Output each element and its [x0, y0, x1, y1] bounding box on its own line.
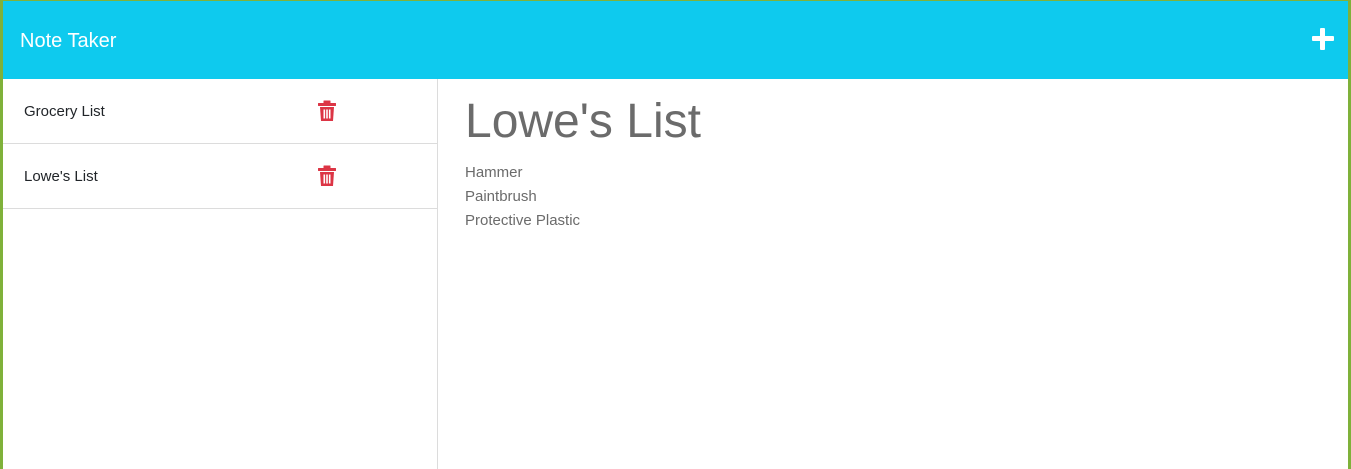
trash-icon[interactable] [317, 165, 337, 187]
note-title-input[interactable]: Lowe's List [465, 94, 701, 150]
note-editor: Lowe's List Hammer Paintbrush Protective… [438, 79, 1348, 469]
list-item-grocery-list[interactable]: Grocery List [3, 79, 437, 144]
note-line: Hammer [465, 164, 523, 181]
note-text-area[interactable]: Hammer Paintbrush Protective Plastic [465, 161, 580, 233]
main-content: Grocery List Lowe's List Lowe's List Ham… [3, 79, 1348, 469]
note-line: Paintbrush [465, 188, 537, 205]
app-title[interactable]: Note Taker [20, 29, 116, 53]
app-window: Note Taker Grocery List Lowe's List Lowe… [3, 1, 1348, 469]
note-line: Protective Plastic [465, 212, 581, 229]
navbar: Note Taker [3, 1, 1348, 79]
plus-icon[interactable] [1312, 28, 1334, 50]
list-item-lowes-list[interactable]: Lowe's List [3, 144, 437, 209]
trash-icon[interactable] [317, 100, 337, 122]
note-title: Grocery List [24, 103, 105, 120]
note-list: Grocery List Lowe's List [3, 79, 438, 469]
note-title: Lowe's List [24, 168, 98, 185]
